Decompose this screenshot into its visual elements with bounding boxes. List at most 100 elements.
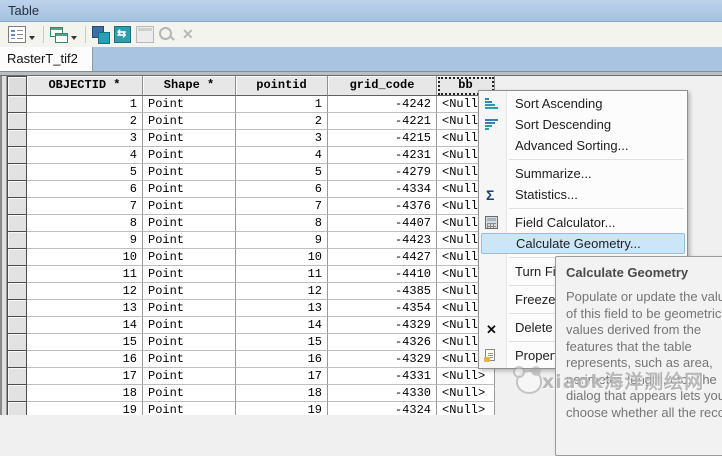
table-cell[interactable]: 8 bbox=[236, 215, 328, 232]
table-cell[interactable]: 10 bbox=[27, 249, 143, 266]
table-cell[interactable]: 1 bbox=[236, 96, 328, 113]
row-selector[interactable] bbox=[7, 96, 27, 113]
table-cell[interactable]: -4215 bbox=[328, 130, 437, 147]
row-selector[interactable] bbox=[7, 334, 27, 351]
table-cell[interactable]: 8 bbox=[27, 215, 143, 232]
table-cell[interactable]: 3 bbox=[27, 130, 143, 147]
menu-item-summarize[interactable]: Summarize... bbox=[479, 163, 687, 184]
table-cell[interactable]: 16 bbox=[236, 351, 328, 368]
row-selector[interactable] bbox=[7, 385, 27, 402]
table-cell[interactable]: 13 bbox=[236, 300, 328, 317]
table-cell[interactable]: Point bbox=[143, 232, 236, 249]
table-cell[interactable]: 17 bbox=[236, 368, 328, 385]
table-cell[interactable]: Point bbox=[143, 402, 236, 415]
row-selector[interactable] bbox=[7, 164, 27, 181]
table-cell[interactable]: 15 bbox=[27, 334, 143, 351]
table-cell[interactable]: 18 bbox=[236, 385, 328, 402]
column-header-shape[interactable]: Shape * bbox=[143, 76, 236, 96]
table-cell[interactable]: -4330 bbox=[328, 385, 437, 402]
table-cell[interactable]: 12 bbox=[236, 283, 328, 300]
dropdown-caret-icon[interactable] bbox=[29, 36, 35, 40]
table-cell[interactable]: 19 bbox=[236, 402, 328, 415]
table-cell[interactable]: -4231 bbox=[328, 147, 437, 164]
table-cell[interactable]: 2 bbox=[27, 113, 143, 130]
table-cell[interactable]: 12 bbox=[27, 283, 143, 300]
table-cell[interactable]: -4242 bbox=[328, 96, 437, 113]
column-header-pointid[interactable]: pointid bbox=[236, 76, 328, 96]
table-cell[interactable]: 3 bbox=[236, 130, 328, 147]
table-cell[interactable]: Point bbox=[143, 351, 236, 368]
table-cell[interactable]: -4329 bbox=[328, 351, 437, 368]
table-cell[interactable]: 11 bbox=[236, 266, 328, 283]
table-cell[interactable]: 5 bbox=[27, 164, 143, 181]
table-cell[interactable]: Point bbox=[143, 147, 236, 164]
table-cell[interactable]: 15 bbox=[236, 334, 328, 351]
row-selector[interactable] bbox=[7, 300, 27, 317]
table-cell[interactable]: 7 bbox=[27, 198, 143, 215]
table-cell[interactable]: -4407 bbox=[328, 215, 437, 232]
table-cell[interactable]: 14 bbox=[236, 317, 328, 334]
table-cell[interactable]: Point bbox=[143, 113, 236, 130]
table-cell[interactable]: 17 bbox=[27, 368, 143, 385]
table-cell[interactable]: Point bbox=[143, 334, 236, 351]
row-selector[interactable] bbox=[7, 181, 27, 198]
table-window-titlebar[interactable]: Table bbox=[0, 0, 722, 22]
menu-item-statistics[interactable]: Statistics... bbox=[479, 184, 687, 205]
table-cell[interactable]: 1 bbox=[27, 96, 143, 113]
table-cell[interactable]: Point bbox=[143, 198, 236, 215]
table-cell[interactable]: Point bbox=[143, 96, 236, 113]
table-cell[interactable]: Point bbox=[143, 385, 236, 402]
table-cell[interactable]: Point bbox=[143, 130, 236, 147]
menu-item-sort-ascending[interactable]: Sort Ascending bbox=[479, 93, 687, 114]
row-selector[interactable] bbox=[7, 368, 27, 385]
row-selector-header[interactable] bbox=[7, 76, 27, 96]
row-selector[interactable] bbox=[7, 283, 27, 300]
table-options-icon[interactable] bbox=[8, 26, 26, 43]
related-tables-icon[interactable] bbox=[50, 26, 68, 43]
row-selector[interactable] bbox=[7, 113, 27, 130]
row-selector[interactable] bbox=[7, 266, 27, 283]
table-cell[interactable]: <Null> bbox=[437, 402, 495, 415]
table-cell[interactable]: <Null> bbox=[437, 385, 495, 402]
table-cell[interactable]: Point bbox=[143, 215, 236, 232]
menu-item-sort-descending[interactable]: Sort Descending bbox=[479, 114, 687, 135]
table-cell[interactable]: -4376 bbox=[328, 198, 437, 215]
table-cell[interactable]: 13 bbox=[27, 300, 143, 317]
table-cell[interactable]: -4423 bbox=[328, 232, 437, 249]
table-cell[interactable]: Point bbox=[143, 181, 236, 198]
table-cell[interactable]: 18 bbox=[27, 385, 143, 402]
table-cell[interactable]: 9 bbox=[236, 232, 328, 249]
table-cell[interactable]: 4 bbox=[236, 147, 328, 164]
table-cell[interactable]: -4279 bbox=[328, 164, 437, 181]
table-cell[interactable]: -4427 bbox=[328, 249, 437, 266]
table-cell[interactable]: 16 bbox=[27, 351, 143, 368]
table-cell[interactable]: 19 bbox=[27, 402, 143, 415]
table-cell[interactable]: 9 bbox=[27, 232, 143, 249]
table-cell[interactable]: -4221 bbox=[328, 113, 437, 130]
table-cell[interactable]: -4324 bbox=[328, 402, 437, 415]
table-cell[interactable]: <Null> bbox=[437, 368, 495, 385]
row-selector[interactable] bbox=[7, 215, 27, 232]
row-selector[interactable] bbox=[7, 249, 27, 266]
table-cell[interactable]: Point bbox=[143, 266, 236, 283]
table-cell[interactable]: -4354 bbox=[328, 300, 437, 317]
row-selector[interactable] bbox=[7, 198, 27, 215]
row-selector[interactable] bbox=[7, 317, 27, 334]
table-cell[interactable]: -4385 bbox=[328, 283, 437, 300]
row-selector[interactable] bbox=[7, 130, 27, 147]
table-cell[interactable]: 6 bbox=[27, 181, 143, 198]
row-selector[interactable] bbox=[7, 351, 27, 368]
table-cell[interactable]: 10 bbox=[236, 249, 328, 266]
table-cell[interactable]: 7 bbox=[236, 198, 328, 215]
table-cell[interactable]: 6 bbox=[236, 181, 328, 198]
table-cell[interactable]: Point bbox=[143, 368, 236, 385]
menu-item-advanced-sorting[interactable]: Advanced Sorting... bbox=[479, 135, 687, 156]
table-cell[interactable]: Point bbox=[143, 317, 236, 334]
row-selector[interactable] bbox=[7, 232, 27, 249]
row-selector[interactable] bbox=[7, 402, 27, 415]
menu-item-field-calculator[interactable]: Field Calculator... bbox=[479, 212, 687, 233]
table-cell[interactable]: 2 bbox=[236, 113, 328, 130]
table-cell[interactable]: 5 bbox=[236, 164, 328, 181]
switch-selection-icon[interactable] bbox=[92, 26, 110, 43]
menu-item-calculate-geometry[interactable]: Calculate Geometry... bbox=[481, 233, 685, 254]
